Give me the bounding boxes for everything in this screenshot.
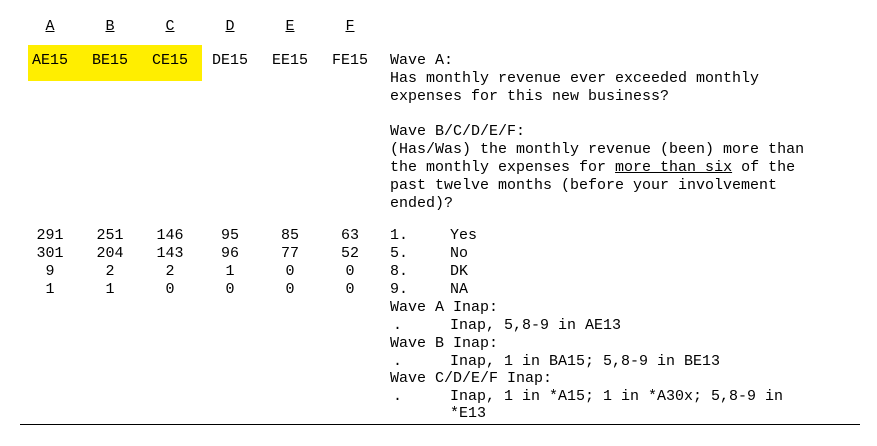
response-label: No — [450, 245, 469, 262]
count-e-dk: 0 — [285, 263, 295, 280]
variable-ce15: CE15 — [151, 52, 188, 69]
count-f-yes: 63 — [340, 227, 359, 244]
count-b-dk: 2 — [105, 263, 115, 280]
wave-a-question-line: expenses for this new business? — [390, 88, 670, 105]
count-f-dk: 0 — [345, 263, 355, 280]
count-e-na: 0 — [285, 281, 295, 298]
inap-text: *E13 — [450, 405, 487, 422]
wave-header-c: C — [165, 18, 175, 35]
inap-text: Inap, 1 in *A15; 1 in *A30x; 5,8-9 in — [450, 388, 784, 405]
wave-header-a: A — [45, 18, 55, 35]
wave-bf-question-line: the monthly expenses for more than six o… — [390, 159, 795, 177]
response-label: DK — [450, 263, 469, 280]
count-d-na: 0 — [225, 281, 235, 298]
wave-a-label: Wave A: — [390, 52, 454, 69]
count-a-no: 301 — [36, 245, 64, 262]
count-d-dk: 1 — [225, 263, 235, 280]
wave-header-e: E — [285, 18, 295, 35]
response-label: NA — [450, 281, 469, 298]
response-code: 5. — [390, 245, 409, 262]
inap-label: Wave A Inap: — [390, 299, 499, 316]
count-c-na: 0 — [165, 281, 175, 298]
inap-text: Inap, 1 in BA15; 5,8-9 in BE13 — [450, 353, 721, 370]
variable-be15: BE15 — [91, 52, 128, 69]
count-c-yes: 146 — [156, 227, 184, 244]
count-d-yes: 95 — [220, 227, 239, 244]
count-b-na: 1 — [105, 281, 115, 298]
variable-fe15: FE15 — [331, 52, 368, 69]
inap-label: Wave C/D/E/F Inap: — [390, 370, 553, 387]
count-c-dk: 2 — [165, 263, 175, 280]
count-a-yes: 291 — [36, 227, 64, 244]
variable-de15: DE15 — [211, 52, 248, 69]
wave-a-question-line: Has monthly revenue ever exceeded monthl… — [390, 70, 760, 87]
count-b-no: 204 — [96, 245, 124, 262]
response-code: 1. — [390, 227, 409, 244]
inap-text: Inap, 5,8-9 in AE13 — [450, 317, 622, 334]
inap-dot: . — [393, 353, 403, 370]
wave-bf-question-line: ended)? — [390, 195, 454, 212]
count-a-dk: 9 — [45, 263, 55, 280]
response-code: 8. — [390, 263, 409, 280]
variable-ae15: AE15 — [31, 52, 68, 69]
wave-bf-label: Wave B/C/D/E/F: — [390, 123, 526, 140]
count-f-no: 52 — [340, 245, 359, 262]
wave-bf-line2-pre: the monthly expenses for — [390, 159, 616, 176]
inap-dot: . — [393, 317, 403, 334]
inap-label: Wave B Inap: — [390, 335, 499, 352]
wave-bf-question-line: past twelve months (before your involvem… — [390, 177, 778, 194]
count-e-yes: 85 — [280, 227, 299, 244]
count-a-na: 1 — [45, 281, 55, 298]
wave-header-d: D — [225, 18, 235, 35]
wave-header-b: B — [105, 18, 115, 35]
bottom-divider — [20, 424, 860, 425]
wave-bf-question-line: (Has/Was) the monthly revenue (been) mor… — [390, 141, 805, 158]
count-b-yes: 251 — [96, 227, 124, 244]
count-f-na: 0 — [345, 281, 355, 298]
inap-dot: . — [393, 388, 403, 405]
wave-header-f: F — [345, 18, 355, 35]
response-label: Yes — [450, 227, 478, 244]
response-code: 9. — [390, 281, 409, 298]
count-d-no: 96 — [220, 245, 239, 262]
count-e-no: 77 — [280, 245, 299, 262]
count-c-no: 143 — [156, 245, 184, 262]
wave-bf-line2-underlined: more than six — [615, 159, 733, 176]
wave-bf-line2-post: of the — [732, 159, 796, 176]
variable-ee15: EE15 — [271, 52, 308, 69]
